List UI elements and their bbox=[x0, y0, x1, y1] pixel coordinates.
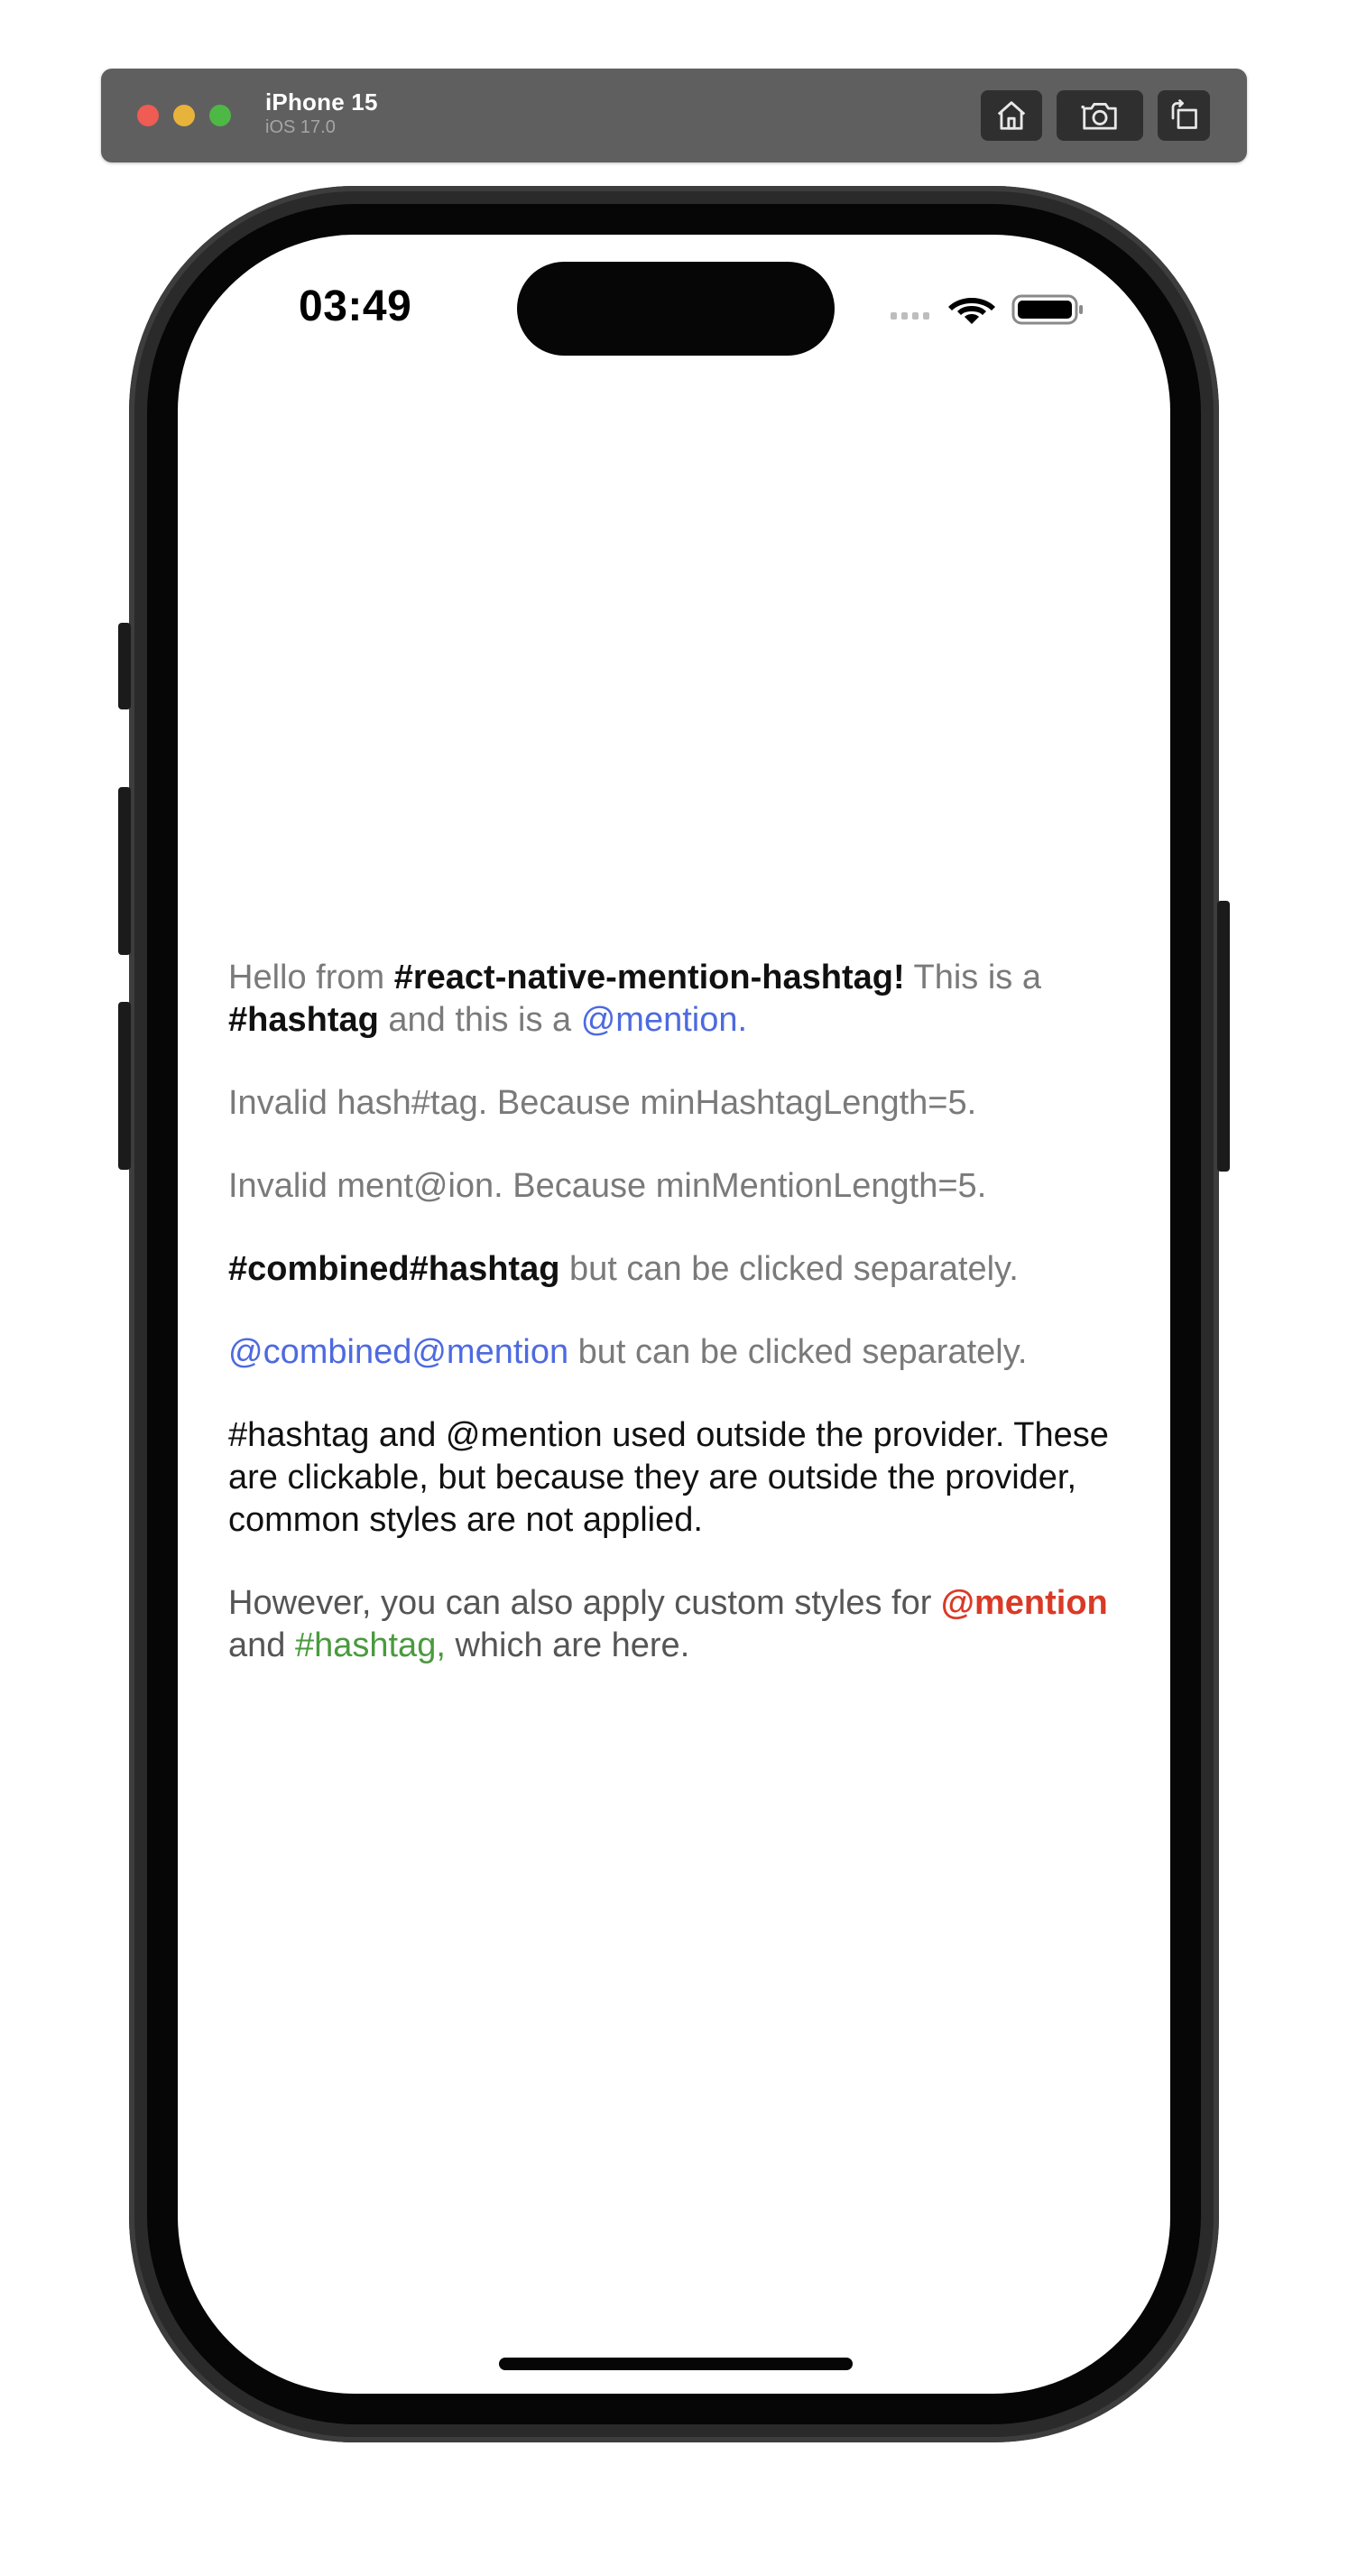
intro-text-2: This is a bbox=[904, 959, 1041, 996]
intro-text-3: and this is a bbox=[378, 1001, 581, 1039]
os-version: iOS 17.0 bbox=[265, 117, 336, 137]
mention-hashtag-demo: Hello from #react-native-mention-hashtag… bbox=[228, 957, 1131, 1708]
mention-outside-provider[interactable]: @mention bbox=[446, 1416, 603, 1454]
custom-text-2: and bbox=[228, 1626, 295, 1664]
home-button[interactable] bbox=[981, 90, 1042, 141]
mention-combined[interactable]: @combined@mention bbox=[228, 1333, 568, 1371]
custom-text-3: which are here. bbox=[445, 1626, 690, 1664]
minimize-window-button[interactable] bbox=[173, 105, 195, 126]
simulator-title-bar: iPhone 15 iOS 17.0 bbox=[101, 69, 1247, 162]
dynamic-island bbox=[517, 262, 835, 356]
phone-screen: 03:49 Hello from #react-native-mention-h… bbox=[178, 235, 1170, 2394]
screenshot-button[interactable] bbox=[1057, 90, 1143, 141]
invalid-hashtag-paragraph: Invalid hash#tag. Because minHashtagLeng… bbox=[228, 1084, 977, 1122]
combined-mention-paragraph: @combined@mention but can be clicked sep… bbox=[228, 1331, 1131, 1374]
invalid-mention-paragraph: Invalid ment@ion. Because minMentionLeng… bbox=[228, 1167, 987, 1205]
zoom-window-button[interactable] bbox=[209, 105, 231, 126]
home-indicator[interactable] bbox=[499, 2358, 853, 2370]
action-button[interactable] bbox=[118, 623, 131, 709]
custom-styles-paragraph: However, you can also apply custom style… bbox=[228, 1582, 1131, 1667]
mention-mention[interactable]: @mention. bbox=[581, 1001, 747, 1039]
screenshot-icon bbox=[1081, 103, 1117, 130]
power-button[interactable] bbox=[1217, 901, 1230, 1172]
status-icons bbox=[891, 294, 1083, 325]
combined-hashtag-paragraph: #combined#hashtag but can be clicked sep… bbox=[228, 1248, 1131, 1291]
close-window-button[interactable] bbox=[137, 105, 159, 126]
cellular-icon bbox=[891, 312, 929, 320]
intro-paragraph: Hello from #react-native-mention-hashtag… bbox=[228, 957, 1131, 1042]
rotate-button[interactable] bbox=[1158, 90, 1210, 141]
hashtag-custom-green[interactable]: #hashtag, bbox=[295, 1626, 446, 1664]
battery-icon bbox=[1011, 294, 1083, 325]
hashtag-react-native-mention-hashtag[interactable]: #react-native-mention-hashtag! bbox=[394, 959, 905, 996]
rotate-icon bbox=[1171, 99, 1197, 129]
home-icon bbox=[997, 101, 1026, 130]
outside-provider-paragraph: #hashtag and @mention used outside the p… bbox=[228, 1414, 1131, 1542]
wifi-icon bbox=[948, 298, 995, 324]
intro-text-1: Hello from bbox=[228, 959, 394, 996]
status-time: 03:49 bbox=[299, 283, 412, 330]
volume-down-button[interactable] bbox=[118, 1002, 131, 1170]
combined-mention-text: but can be clicked separately. bbox=[568, 1333, 1028, 1371]
custom-text-1: However, you can also apply custom style… bbox=[228, 1584, 941, 1622]
hashtag-hashtag[interactable]: #hashtag bbox=[228, 1001, 379, 1039]
volume-up-button[interactable] bbox=[118, 787, 131, 955]
outside-text-1: and bbox=[369, 1416, 446, 1454]
combined-hashtag-text: but can be clicked separately. bbox=[559, 1250, 1019, 1288]
hashtag-outside-provider[interactable]: #hashtag bbox=[228, 1416, 369, 1454]
mention-custom-red[interactable]: @mention bbox=[941, 1584, 1108, 1622]
device-name: iPhone 15 bbox=[265, 88, 378, 116]
hashtag-combined[interactable]: #combined#hashtag bbox=[228, 1250, 559, 1288]
